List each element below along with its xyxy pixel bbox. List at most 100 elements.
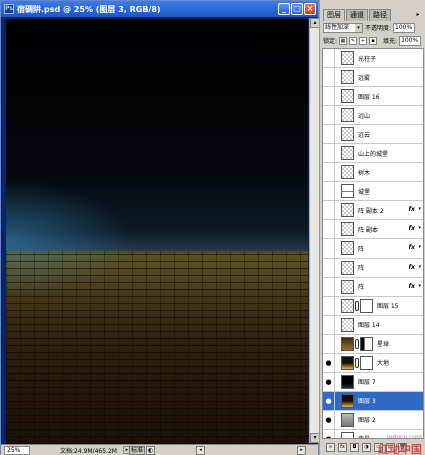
visibility-eye-icon[interactable] <box>323 296 335 315</box>
document-title-bar[interactable]: Ps 宿碉阱.psd @ 25% (图层 3, RGB/8) _ □ × <box>1 1 318 17</box>
visibility-eye-icon[interactable] <box>323 334 335 353</box>
visibility-eye-icon[interactable] <box>323 182 335 201</box>
layer-row[interactable]: ● 图层 3 <box>323 391 423 411</box>
layers-list[interactable]: 光柱子 远雾 图层 16 远山 远云 山上的城堡 树木 城堡阵 副本 2 fx ▾ 阵 副本 fx ▾ 阵… <box>322 48 424 439</box>
layer-name[interactable]: 光柱子 <box>358 54 376 63</box>
lock-all-icon[interactable]: ▪ <box>369 36 378 45</box>
visibility-eye-icon[interactable]: ● <box>323 353 335 372</box>
visibility-eye-icon[interactable] <box>323 68 335 87</box>
effects-expand-arrow-icon[interactable]: ▾ <box>418 283 421 289</box>
visibility-eye-icon[interactable]: ● <box>323 429 335 438</box>
layer-mask-thumbnail[interactable] <box>360 336 373 351</box>
layer-thumbnail[interactable] <box>341 51 354 66</box>
layer-name[interactable]: 远雾 <box>358 73 370 82</box>
tab-channels[interactable]: 通道 <box>346 9 368 21</box>
layer-name[interactable]: 远云 <box>358 130 370 139</box>
layer-thumbnail[interactable] <box>341 431 354 438</box>
layer-name[interactable]: 城堡 <box>358 187 370 196</box>
layer-effects-icon[interactable]: fx <box>409 225 415 232</box>
lock-transparency-icon[interactable]: ▦ <box>339 36 348 45</box>
tab-layers[interactable]: 图层 <box>323 9 345 21</box>
mask-link-icon[interactable] <box>355 300 359 311</box>
layer-name[interactable]: 大地 <box>377 358 389 367</box>
mask-link-icon[interactable] <box>355 338 359 349</box>
layer-row[interactable]: 城堡 <box>323 182 423 202</box>
image-canvas[interactable] <box>6 19 308 444</box>
layer-name[interactable]: 阵 副本 2 <box>358 206 384 215</box>
visibility-eye-icon[interactable] <box>323 258 335 277</box>
layer-mask-thumbnail[interactable] <box>360 298 373 313</box>
layer-row[interactable]: ● 图层 2 <box>323 410 423 430</box>
layer-name[interactable]: 图层 16 <box>358 92 380 101</box>
layer-thumbnail[interactable] <box>341 222 354 237</box>
layer-thumbnail[interactable] <box>341 108 354 123</box>
scroll-left-arrow-icon[interactable]: ◂ <box>196 446 205 455</box>
lock-pixels-icon[interactable]: ✎ <box>349 36 358 45</box>
visibility-eye-icon[interactable] <box>323 49 335 68</box>
vertical-scrollbar[interactable]: ▴ ▾ <box>309 18 320 443</box>
layer-row[interactable]: 山上的城堡 <box>323 144 423 164</box>
layer-row[interactable]: 图层 16 <box>323 87 423 107</box>
add-style-icon[interactable]: fx <box>338 442 347 452</box>
quick-mask-button[interactable]: ◐ <box>146 446 156 455</box>
layer-thumbnail[interactable] <box>341 317 354 332</box>
zoom-level-field[interactable]: 25% <box>4 445 30 455</box>
effects-expand-arrow-icon[interactable]: ▾ <box>418 206 421 212</box>
layer-thumbnail[interactable] <box>341 412 354 427</box>
visibility-eye-icon[interactable] <box>323 87 335 106</box>
layer-name[interactable]: 树木 <box>358 168 370 177</box>
panel-menu-icon[interactable]: ▸ <box>414 11 422 19</box>
close-button[interactable]: × <box>304 3 316 15</box>
add-mask-icon[interactable]: ◘ <box>350 442 359 452</box>
layer-name[interactable]: 图层 2 <box>358 415 376 424</box>
layer-effects-icon[interactable]: fx <box>409 244 415 251</box>
visibility-eye-icon[interactable] <box>323 125 335 144</box>
layer-thumbnail[interactable] <box>341 336 354 351</box>
layer-thumbnail[interactable] <box>341 298 354 313</box>
visibility-eye-icon[interactable] <box>323 163 335 182</box>
layer-name[interactable]: 星球 <box>377 339 389 348</box>
visibility-eye-icon[interactable] <box>323 106 335 125</box>
blend-mode-select[interactable]: 线性加深 ▾ <box>323 22 363 33</box>
opacity-field[interactable]: 100% <box>393 22 416 33</box>
layer-name[interactable]: 阵 <box>358 282 364 291</box>
layer-name[interactable]: 阵 <box>358 263 364 272</box>
layer-name[interactable]: 图层 15 <box>377 301 399 310</box>
visibility-eye-icon[interactable] <box>323 315 335 334</box>
layer-thumbnail[interactable] <box>341 165 354 180</box>
visibility-eye-icon[interactable]: ● <box>323 391 335 410</box>
visibility-eye-icon[interactable]: ● <box>323 372 335 391</box>
layer-row[interactable]: 远山 <box>323 106 423 126</box>
fill-field[interactable]: 100% <box>399 35 422 46</box>
visibility-eye-icon[interactable] <box>323 239 335 258</box>
visibility-eye-icon[interactable] <box>323 201 335 220</box>
tab-paths[interactable]: 路径 <box>369 9 391 21</box>
standard-mode-button[interactable]: 标准 <box>129 446 146 455</box>
adjustment-layer-icon[interactable]: ◑ <box>362 442 371 452</box>
layer-row[interactable]: 阵 fx ▾ <box>323 277 423 297</box>
layer-mask-thumbnail[interactable] <box>360 355 373 370</box>
link-layers-icon[interactable]: ∞ <box>326 442 335 452</box>
layer-name[interactable]: 图层 14 <box>358 320 380 329</box>
layer-thumbnail[interactable] <box>341 146 354 161</box>
layer-name[interactable]: 阵 <box>358 244 364 253</box>
layer-row[interactable]: ● 大地 <box>323 353 423 373</box>
maximize-button[interactable]: □ <box>291 3 303 15</box>
visibility-eye-icon[interactable] <box>323 220 335 239</box>
layer-name[interactable]: 远山 <box>358 111 370 120</box>
layer-row[interactable]: 阵 fx ▾ <box>323 239 423 259</box>
layer-row[interactable]: 远云 <box>323 125 423 145</box>
scroll-right-arrow-icon[interactable]: ▸ <box>297 446 306 455</box>
layer-name[interactable]: 山上的城堡 <box>358 149 388 158</box>
layer-thumbnail[interactable] <box>341 203 354 218</box>
visibility-eye-icon[interactable] <box>323 277 335 296</box>
effects-expand-arrow-icon[interactable]: ▾ <box>418 225 421 231</box>
layer-row[interactable]: 阵 副本 2 fx ▾ <box>323 201 423 221</box>
layer-row[interactable]: 阵 fx ▾ <box>323 258 423 278</box>
lock-position-icon[interactable]: + <box>359 36 368 45</box>
layer-effects-icon[interactable]: fx <box>409 283 415 290</box>
layer-name[interactable]: 背景 <box>358 434 370 438</box>
layer-name[interactable]: 图层 7 <box>358 377 376 386</box>
layer-row[interactable]: ● 图层 7 <box>323 372 423 392</box>
layer-thumbnail[interactable] <box>341 89 354 104</box>
